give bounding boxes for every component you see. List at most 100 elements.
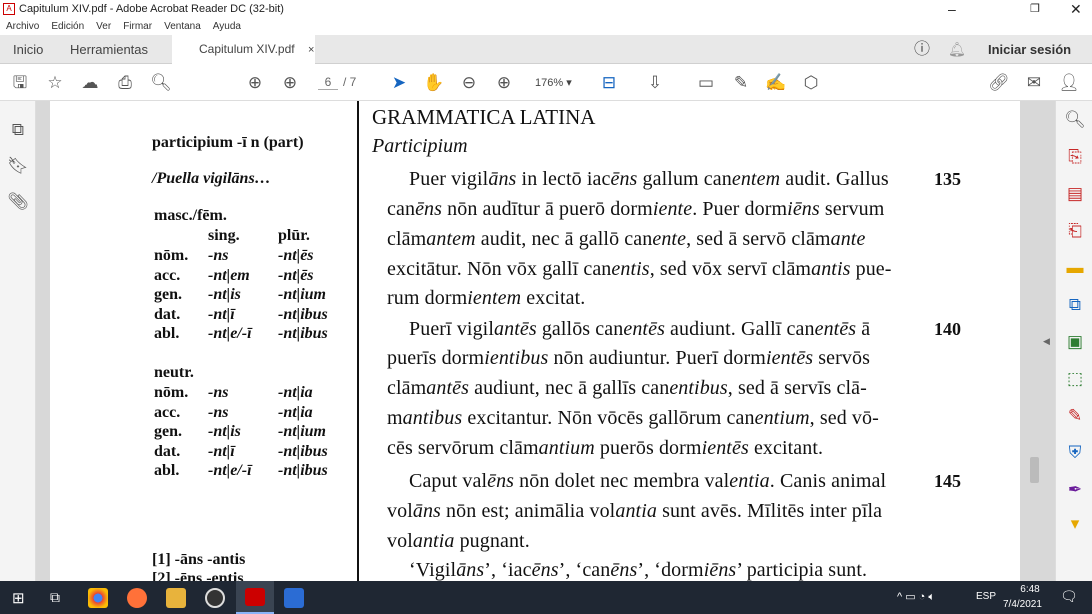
zoom-search-icon[interactable]: 🔍︎ (1064, 109, 1086, 131)
page-fit-icon[interactable]: ⊟ (598, 72, 620, 94)
sidebar-example: /Puella vigilāns… (152, 170, 271, 187)
firefox-icon[interactable] (127, 588, 147, 608)
clock-time[interactable]: 6:48 (1015, 584, 1045, 595)
zoom-out-icon[interactable]: ⊖ (458, 72, 480, 94)
tab-document[interactable]: Capitulum XIV.pdf × (172, 35, 315, 64)
compress-icon[interactable]: ▣ (1064, 331, 1086, 353)
draw-icon[interactable]: ✍ (765, 72, 787, 94)
line-text: Caput valēns nōn dolet nec membra valent… (409, 470, 887, 492)
next-page-icon[interactable]: ⊕ (279, 72, 301, 94)
line-text: mantibus excitantur. Nōn vōcēs gallōrum … (387, 407, 879, 429)
hand-tool-icon[interactable]: ✋ (423, 72, 445, 94)
zoom-dropdown[interactable]: 176% ▾ (535, 76, 572, 89)
zoom-value: 176% (535, 77, 564, 89)
share-link-icon[interactable]: 🔗︎ (988, 72, 1010, 94)
text-line: puerīs dormientibus nōn audiuntur. Puerī… (387, 347, 870, 370)
line-number: 145 (934, 471, 961, 491)
window-title: Capitulum XIV.pdf - Adobe Acrobat Reader… (19, 3, 284, 15)
star-icon[interactable]: ☆ (44, 72, 66, 94)
tab-home[interactable]: Inicio (13, 35, 43, 64)
bell-icon[interactable]: 🔔︎ (948, 35, 966, 64)
line-text: clāmantēs audiunt, nec ā gallīs canentib… (387, 377, 867, 399)
ending: -nt|is (208, 423, 241, 440)
bookmark-icon[interactable]: 🔖︎ (7, 155, 29, 177)
case-label: acc. (154, 266, 181, 284)
ending: -nt|ia (278, 403, 313, 421)
attachment-icon[interactable]: 📎︎ (7, 191, 29, 213)
upload-cloud-icon[interactable]: ☁ (79, 72, 101, 94)
close-tab-icon[interactable]: × (308, 44, 314, 56)
file-explorer-icon[interactable] (166, 588, 186, 608)
clock-date[interactable]: 7/4/2021 (1003, 599, 1042, 610)
chrome-icon[interactable] (88, 588, 108, 608)
ending: -nt|ibus (278, 305, 328, 323)
page-number-input[interactable]: 6 (318, 75, 338, 90)
menu-item[interactable]: Firmar (123, 21, 152, 32)
sign-in-button[interactable]: Iniciar sesión (988, 35, 1071, 64)
menu-item[interactable]: Archivo (6, 21, 39, 32)
highlight-pen-icon[interactable]: ✎ (730, 72, 752, 94)
scroll-mode-icon[interactable]: ⇩ (644, 72, 666, 94)
print-icon[interactable]: ⎙ (114, 72, 136, 94)
menu-item[interactable]: Ventana (164, 21, 201, 32)
line-text: rum dormientem excitat. (387, 287, 586, 309)
create-pdf-icon[interactable]: ⎗ (1064, 220, 1086, 242)
sign-icon[interactable]: ✒ (1064, 479, 1086, 501)
text-line: clāmantem audit, nec ā gallō canente, se… (387, 228, 865, 251)
previous-page-icon[interactable]: ⊕ (244, 72, 266, 94)
menu-item[interactable]: Ayuda (213, 21, 241, 32)
save-icon[interactable]: 🖫 (9, 72, 31, 94)
acrobat-taskbar-button[interactable] (236, 581, 274, 614)
sidebar-heading: participium -ī n (part) (152, 134, 304, 151)
close-window-button[interactable]: ✕ (1070, 0, 1082, 18)
add-user-icon[interactable]: 👤︎ (1058, 72, 1080, 94)
task-view-icon[interactable]: ⧉ (50, 589, 60, 606)
pdf-page: participium -ī n (part) /Puella vigilāns…… (50, 101, 1020, 581)
language-indicator[interactable]: ESP (976, 591, 996, 602)
collapse-right-arrow[interactable]: ◀ (1043, 336, 1050, 347)
search-icon[interactable]: 🔍︎ (150, 72, 172, 94)
ending: -ns (208, 384, 229, 401)
notifications-icon[interactable]: 🗨︎ (1060, 588, 1078, 605)
select-cursor-icon[interactable]: ➤ (388, 72, 410, 94)
label-singular: sing. (208, 227, 240, 244)
line-text: Puerī vigilantēs gallōs canentēs audiunt… (409, 318, 871, 340)
footnote-1: [1] -āns -antis (152, 551, 246, 568)
fill-sign-icon[interactable]: ✎ (1064, 405, 1086, 427)
combine-files-icon[interactable]: ⧉ (1064, 294, 1086, 316)
email-icon[interactable]: ✉ (1023, 72, 1045, 94)
edit-pdf-icon[interactable]: ⬚ (1064, 368, 1086, 390)
organize-pages-icon[interactable]: ▤ (1064, 183, 1086, 205)
pages-icon[interactable]: ⧉ (7, 119, 29, 141)
label-plural: plūr. (278, 227, 310, 244)
minimize-button[interactable]: – (948, 0, 956, 18)
restore-button[interactable]: ❐ (1030, 0, 1040, 18)
text-line: volāns nōn est; animālia volantia sunt a… (387, 500, 882, 523)
ending: -nt|ī (208, 305, 235, 323)
windows-start-icon[interactable]: ⊞ (12, 589, 25, 607)
menu-bar: Archivo Edición Ver Firmar Ventana Ayuda (0, 18, 1092, 35)
line-text: excitātur. Nōn vōx gallī canentis, sed v… (387, 258, 892, 280)
tray-overflow-icon[interactable]: ^ ▭ ◔ 🔈︎ (897, 590, 935, 604)
tab-tools[interactable]: Herramientas (70, 35, 148, 64)
ending: -nt|ium (278, 423, 326, 440)
comment-icon[interactable]: ▭ (695, 72, 717, 94)
line-text: canēns nōn audītur ā puerō dormiente. Pu… (387, 198, 885, 220)
menu-item[interactable]: Edición (51, 21, 84, 32)
zoom-in-icon[interactable]: ⊕ (493, 72, 515, 94)
ending: -nt|ibus (278, 325, 328, 342)
export-pdf-icon[interactable]: ⎘ (1064, 146, 1086, 168)
ending: -ns (208, 403, 229, 421)
comment-tool-icon[interactable]: ▬ (1064, 257, 1086, 279)
more-tools-icon[interactable]: ▾ (1064, 513, 1086, 535)
notepad-icon[interactable] (284, 588, 304, 608)
ending: -nt|ia (278, 384, 313, 401)
scrollbar-thumb[interactable] (1030, 457, 1039, 483)
label-masc-fem: masc./fēm. (154, 207, 227, 224)
help-icon[interactable]: ⓘ (914, 35, 930, 64)
protect-icon[interactable]: ⛨ (1064, 442, 1086, 464)
menu-item[interactable]: Ver (96, 21, 111, 32)
tab-document-label: Capitulum XIV.pdf (199, 42, 295, 56)
edit-shape-icon[interactable]: ⬡ (800, 72, 822, 94)
obs-icon[interactable] (205, 588, 225, 608)
